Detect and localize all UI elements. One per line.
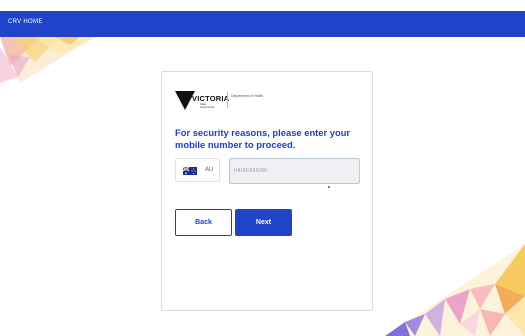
security-heading: For security reasons, please enter your … [175,127,351,150]
state-government-text: State Government [200,103,215,109]
decorative-triangles-bottom-right [385,244,525,336]
back-button[interactable]: Back [175,209,232,236]
verification-card: VICTORIA State Government Department of … [161,71,373,311]
country-code-selector[interactable]: AU [175,158,220,182]
next-button[interactable]: Next [235,209,292,236]
logo-divider [227,92,228,108]
department-name: Department of Health [231,94,264,98]
crv-home-link[interactable]: CRV HOME [8,19,43,25]
mobile-number-input[interactable] [229,158,360,184]
validation-dot [328,186,330,188]
decorative-triangles-top-left [0,37,95,83]
australia-flag-icon [183,167,197,175]
country-code-label: AU [205,167,214,173]
top-navigation-bar: CRV HOME [0,11,525,37]
victoria-government-logo: VICTORIA State Government Department of … [175,88,285,112]
victoria-wordmark: VICTORIA [192,94,230,103]
